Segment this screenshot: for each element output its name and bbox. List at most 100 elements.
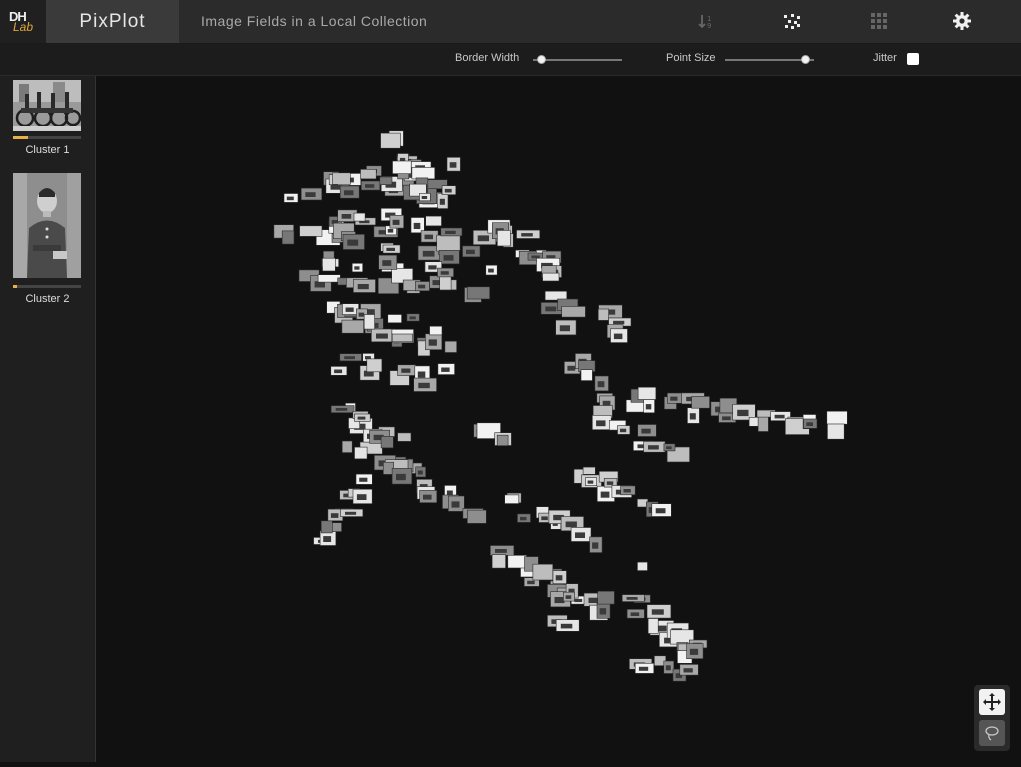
image-thumbnail-point[interactable]: [397, 432, 412, 442]
image-thumbnail-detail: [445, 230, 456, 234]
image-thumbnail-point[interactable]: [436, 234, 461, 252]
point-size-label: Point Size: [666, 52, 716, 64]
image-thumbnail-point[interactable]: [392, 160, 412, 174]
scatter-layout-icon[interactable]: [782, 11, 802, 31]
cluster-2-progress: [13, 285, 81, 288]
image-thumbnail-point[interactable]: [507, 554, 527, 569]
image-thumbnail-point[interactable]: [691, 396, 710, 409]
image-thumbnail-point[interactable]: [580, 369, 593, 381]
image-thumbnail-point[interactable]: [582, 466, 596, 475]
point-size-slider[interactable]: [725, 55, 814, 64]
image-thumbnail-detail: [357, 284, 369, 290]
image-thumbnail-detail: [305, 192, 316, 197]
image-thumbnail-point[interactable]: [532, 563, 554, 581]
cluster-2-label[interactable]: Cluster 2: [0, 293, 95, 305]
image-thumbnail-detail: [451, 501, 460, 508]
image-thumbnail-point[interactable]: [299, 225, 323, 237]
cluster-1-label[interactable]: Cluster 1: [0, 144, 95, 156]
image-thumbnail-detail: [477, 235, 489, 242]
image-thumbnail-point[interactable]: [597, 590, 615, 605]
grid-layout-icon[interactable]: [869, 11, 889, 31]
image-thumbnail-detail: [567, 365, 576, 371]
settings-icon[interactable]: [952, 11, 972, 31]
image-thumbnail-point[interactable]: [425, 215, 442, 227]
cluster-1-progress: [13, 136, 81, 139]
cluster-2-thumbnail[interactable]: [13, 173, 81, 278]
border-width-slider[interactable]: [533, 55, 622, 64]
image-thumbnail-point[interactable]: [363, 314, 375, 330]
sort-icon[interactable]: 1 9: [697, 11, 717, 31]
image-thumbnail-point[interactable]: [827, 423, 845, 440]
jitter-label: Jitter: [873, 52, 897, 64]
image-thumbnail-point[interactable]: [366, 358, 383, 373]
image-thumbnail-point[interactable]: [757, 416, 769, 432]
top-nav-bar: DH Lab PixPlot Image Fields in a Local C…: [0, 0, 1021, 44]
image-thumbnail-detail: [592, 542, 599, 549]
image-thumbnail-point[interactable]: [379, 176, 393, 185]
image-thumbnail-point[interactable]: [466, 509, 487, 524]
image-thumbnail-point[interactable]: [496, 230, 511, 247]
image-scatter-canvas[interactable]: [96, 76, 1021, 762]
image-thumbnail-detail: [344, 356, 355, 360]
image-thumbnail-detail: [520, 516, 527, 521]
image-thumbnail-detail: [418, 284, 426, 289]
image-thumbnail-point[interactable]: [322, 257, 336, 272]
image-thumbnail-point[interactable]: [380, 132, 401, 149]
image-thumbnail-point[interactable]: [466, 286, 491, 300]
image-thumbnail-detail: [323, 536, 332, 542]
image-thumbnail-point[interactable]: [444, 340, 457, 353]
image-thumbnail-point[interactable]: [317, 274, 341, 283]
image-thumbnail-detail: [554, 597, 565, 604]
image-thumbnail-point[interactable]: [391, 333, 414, 343]
image-thumbnail-point[interactable]: [387, 314, 402, 324]
image-thumbnail-point[interactable]: [360, 169, 377, 180]
jitter-checkbox[interactable]: [907, 53, 919, 65]
image-thumbnail-detail: [439, 198, 445, 205]
image-thumbnail-point[interactable]: [637, 386, 657, 400]
dhlab-logo[interactable]: DH Lab: [0, 0, 46, 43]
image-thumbnail-detail: [613, 333, 623, 340]
image-thumbnail-detail: [345, 307, 354, 312]
image-thumbnail-point[interactable]: [439, 275, 452, 291]
image-thumbnail-point[interactable]: [597, 308, 609, 321]
image-thumbnail-point[interactable]: [354, 446, 368, 460]
image-thumbnail-detail: [599, 608, 607, 615]
image-thumbnail-point[interactable]: [504, 494, 520, 504]
controls-bar: Border Width Point Size Jitter: [0, 44, 1021, 76]
image-thumbnail-detail: [641, 428, 651, 434]
lasso-tool-button[interactable]: [979, 720, 1005, 746]
image-thumbnail-point[interactable]: [542, 272, 560, 282]
app-brand[interactable]: PixPlot: [46, 0, 179, 43]
image-thumbnail-point[interactable]: [341, 319, 364, 334]
pan-tool-button[interactable]: [979, 689, 1005, 715]
image-thumbnail-point[interactable]: [341, 440, 353, 453]
cluster-1-thumbnail[interactable]: [13, 80, 81, 131]
image-thumbnail-detail: [347, 239, 359, 246]
image-point-cloud[interactable]: [96, 76, 1021, 762]
image-thumbnail-detail: [560, 623, 573, 629]
image-thumbnail-point[interactable]: [826, 410, 848, 425]
image-thumbnail-detail: [737, 409, 749, 417]
point-size-slider-handle[interactable]: [801, 55, 810, 64]
image-thumbnail-point[interactable]: [637, 561, 648, 571]
image-thumbnail-point[interactable]: [332, 172, 351, 185]
image-thumbnail-detail: [613, 320, 625, 325]
image-thumbnail-point[interactable]: [380, 435, 394, 449]
image-thumbnail-detail: [521, 233, 533, 237]
image-thumbnail-point[interactable]: [647, 618, 659, 634]
image-thumbnail-point[interactable]: [320, 520, 333, 534]
image-thumbnail-point[interactable]: [411, 167, 436, 180]
image-thumbnail-detail: [376, 333, 388, 339]
image-thumbnail-point[interactable]: [281, 230, 295, 245]
image-thumbnail-detail: [630, 612, 640, 616]
image-thumbnail-point[interactable]: [561, 306, 586, 318]
image-thumbnail-detail: [413, 222, 421, 229]
image-thumbnail-point[interactable]: [429, 325, 443, 336]
image-thumbnail-detail: [722, 416, 731, 421]
image-thumbnail-point[interactable]: [496, 434, 509, 447]
border-width-slider-handle[interactable]: [537, 55, 546, 64]
image-thumbnail-point[interactable]: [353, 212, 366, 222]
image-thumbnail-detail: [466, 249, 475, 255]
image-thumbnail-point[interactable]: [491, 554, 506, 569]
image-thumbnail-detail: [565, 595, 572, 599]
